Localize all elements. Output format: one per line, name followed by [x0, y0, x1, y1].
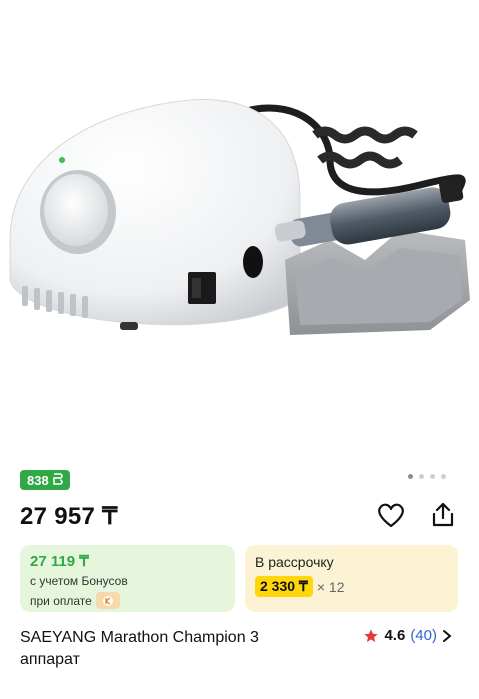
product-photo — [9, 99, 470, 335]
product-image[interactable] — [0, 0, 479, 460]
installment-card[interactable]: В рассрочку 2 330 ₸ × 12 — [245, 545, 458, 612]
rating-value: 4.6 — [384, 627, 406, 644]
bonus-badge: 838 — [20, 470, 70, 490]
share-button[interactable] — [428, 500, 458, 530]
product-title: SAEYANG Marathon Champion 3 аппарат — [20, 629, 259, 668]
gallery-dot[interactable] — [419, 474, 424, 479]
gallery-dot-active[interactable] — [408, 474, 413, 479]
kaspi-pay-icon — [95, 592, 120, 609]
installment-amount: 2 330 ₸ — [255, 576, 313, 597]
gallery-dot[interactable] — [441, 474, 446, 479]
installment-multiplier: × 12 — [316, 578, 345, 595]
product-price: 27 957 ₸ — [20, 503, 118, 530]
bonus-value: 838 — [27, 472, 49, 488]
payment-note: при оплате — [30, 592, 225, 609]
rating-link[interactable]: 4.6 (40) — [363, 627, 452, 644]
bonus-price-card[interactable]: 27 119 ₸ с учетом Бонусов при оплате — [20, 545, 235, 612]
chevron-right-icon — [443, 629, 452, 642]
review-count[interactable]: (40) — [410, 627, 437, 644]
heart-icon — [378, 503, 404, 528]
bonus-price-note: с учетом Бонусов — [30, 574, 128, 588]
bonus-price: 27 119 ₸ — [30, 553, 89, 570]
installment-title: В рассрочку — [255, 554, 334, 570]
installment-row: 2 330 ₸ × 12 — [255, 576, 448, 597]
share-icon — [432, 502, 454, 527]
bonus-coin-icon — [52, 472, 63, 488]
star-icon — [364, 628, 379, 642]
payment-note-text: при оплате — [30, 593, 92, 608]
gallery-pagination — [408, 474, 446, 479]
favorite-button[interactable] — [376, 500, 406, 530]
gallery-dot[interactable] — [430, 474, 435, 479]
